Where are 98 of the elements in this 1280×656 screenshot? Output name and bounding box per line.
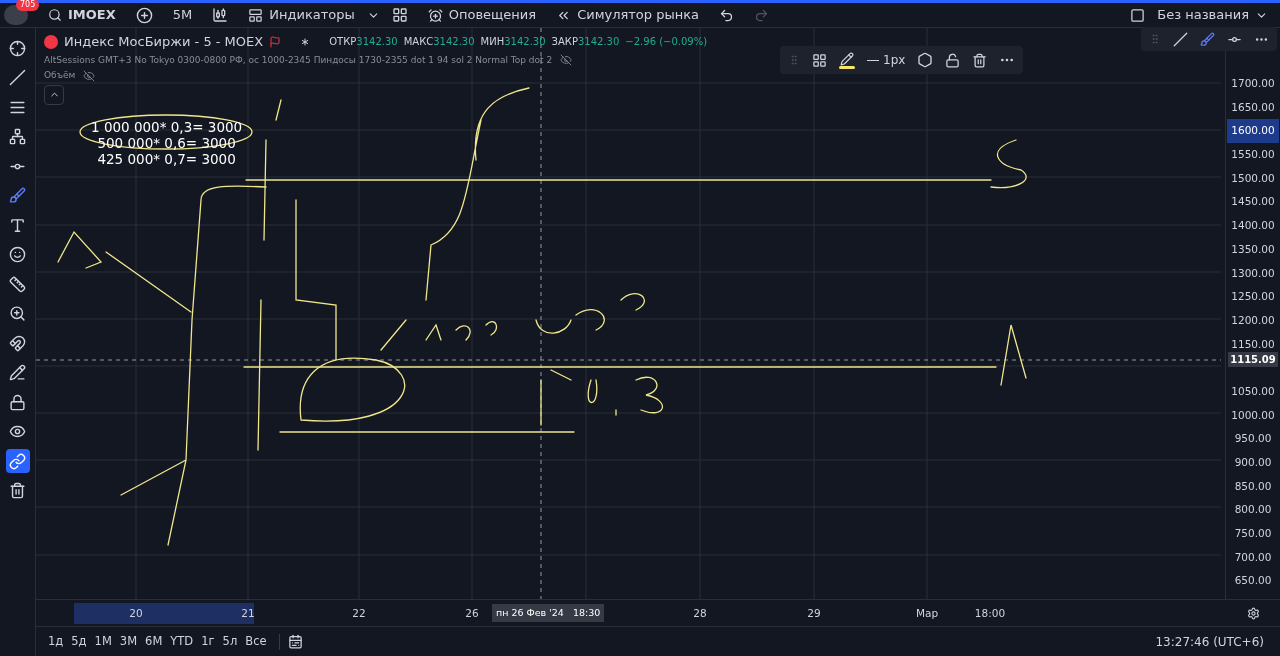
price-label: 800.00 bbox=[1233, 502, 1273, 518]
text-icon bbox=[9, 216, 26, 234]
replay-button[interactable]: Симулятор рынка bbox=[548, 1, 708, 29]
range-button[interactable]: 1М bbox=[90, 632, 116, 651]
time-label: 26 bbox=[465, 606, 479, 621]
time-label: 28 bbox=[693, 606, 707, 621]
price-change: −2.96 (−0.09%) bbox=[625, 35, 708, 50]
ohlc-value: ЗАКР3142.30 bbox=[551, 35, 620, 50]
interval-button[interactable]: 5M bbox=[164, 1, 201, 29]
time-label: Мар bbox=[915, 606, 939, 621]
settings-icon[interactable] bbox=[917, 52, 934, 68]
price-label: 1200.00 bbox=[1230, 312, 1276, 328]
price-label: 700.00 bbox=[1233, 549, 1273, 565]
price-label: 650.00 bbox=[1233, 573, 1273, 589]
color-button[interactable] bbox=[839, 51, 855, 69]
magnet-icon bbox=[9, 334, 26, 352]
range-button[interactable]: 3М bbox=[115, 632, 142, 651]
pencil-icon bbox=[9, 364, 26, 381]
eye-icon bbox=[9, 423, 26, 440]
avatar[interactable] bbox=[4, 5, 28, 25]
drag-handle-icon bbox=[788, 54, 800, 66]
trash-icon bbox=[9, 482, 26, 499]
add-icon[interactable] bbox=[135, 6, 153, 24]
unlock-icon[interactable] bbox=[945, 52, 961, 68]
line-width-button[interactable]: 1px bbox=[867, 51, 906, 69]
range-button[interactable]: 5д bbox=[67, 632, 91, 651]
checkbox-icon[interactable] bbox=[1130, 7, 1146, 23]
brush-icon bbox=[9, 187, 26, 204]
price-label: 950.00 bbox=[1233, 431, 1273, 447]
price-label: 900.00 bbox=[1233, 455, 1273, 470]
range-button[interactable]: 5л bbox=[218, 632, 242, 651]
range-button[interactable]: YTD bbox=[166, 632, 198, 651]
symbol-search[interactable]: IMOEX bbox=[40, 1, 124, 29]
hidden-icon bbox=[560, 54, 573, 67]
price-label: 1650.00 bbox=[1230, 99, 1276, 115]
crosshair-icon bbox=[9, 39, 26, 57]
alerts-button[interactable]: Оповещения bbox=[419, 1, 545, 29]
search-icon bbox=[48, 8, 62, 22]
link-icon bbox=[9, 452, 26, 470]
range-button[interactable]: 1д bbox=[44, 632, 68, 651]
price-label: 1050.00 bbox=[1230, 383, 1276, 399]
lock-icon bbox=[9, 393, 26, 411]
clock: 13:27:46 (UTC+6) bbox=[1155, 633, 1265, 651]
layout-name-button[interactable]: Без названия bbox=[1149, 1, 1276, 29]
hidden-icon bbox=[83, 69, 96, 82]
smiley-icon bbox=[9, 246, 26, 263]
ruler-icon bbox=[9, 275, 26, 293]
price-label: 1250.00 bbox=[1230, 289, 1276, 305]
undo-icon[interactable] bbox=[719, 7, 735, 23]
price-label: 1150.00 bbox=[1230, 336, 1276, 352]
time-label: 22 bbox=[352, 606, 366, 621]
time-label: 18:00 bbox=[974, 606, 1006, 621]
crosshair-price-label: 1115.09 bbox=[1228, 352, 1278, 368]
template-icon[interactable] bbox=[812, 52, 827, 68]
link-tool[interactable] bbox=[5, 449, 30, 473]
indicator-label: Объём bbox=[44, 69, 76, 82]
collapse-button[interactable] bbox=[44, 84, 64, 105]
price-label: 1550.00 bbox=[1230, 147, 1276, 163]
price-label: 850.00 bbox=[1233, 478, 1273, 494]
time-label: 20 bbox=[129, 606, 143, 621]
time-label: 21 bbox=[241, 606, 255, 621]
ohlc-value: МАКС3142.30 bbox=[403, 35, 475, 50]
settings-icon[interactable] bbox=[1247, 607, 1260, 620]
indicator-label: AltSessions GMT+3 No Tokyo 0300-0800 РФ, ос 1000-2345 Пиндосы 1730-2355 dot 1 94 sol 2 Normal Top dot 2 bbox=[44, 53, 553, 67]
network-icon bbox=[9, 128, 26, 145]
line-tool-icon bbox=[9, 69, 26, 86]
zoom-in-icon bbox=[9, 305, 26, 322]
drag-handle-icon bbox=[1149, 33, 1161, 45]
annotation-text: 425 000* 0,7= 3000 bbox=[97, 151, 236, 167]
alarm-icon bbox=[427, 7, 443, 23]
price-label: 1450.00 bbox=[1230, 194, 1276, 210]
crosshair-time-label: пн 26 Фев '24 18:30 bbox=[492, 604, 605, 623]
ohlc-value: МИН3142.30 bbox=[480, 35, 546, 50]
price-label: 1400.00 bbox=[1230, 218, 1276, 234]
trash-icon[interactable] bbox=[972, 52, 988, 68]
price-label: 750.00 bbox=[1233, 526, 1273, 542]
brush-icon[interactable] bbox=[1200, 31, 1215, 47]
exchange-logo-icon bbox=[44, 34, 58, 49]
price-label: 1700.00 bbox=[1230, 76, 1276, 91]
flag-icon bbox=[269, 35, 282, 48]
annotation-text: 1 000 000* 0,3= 3000 bbox=[91, 119, 243, 135]
bars-icon[interactable] bbox=[212, 7, 229, 23]
price-label: 1350.00 bbox=[1230, 241, 1276, 257]
grid-icon[interactable] bbox=[391, 7, 408, 23]
line-tool-icon[interactable] bbox=[1173, 31, 1188, 47]
range-button[interactable]: Все bbox=[241, 632, 271, 651]
calendar-icon[interactable] bbox=[287, 634, 303, 649]
ohlc-value: ОТКР3142.30 bbox=[329, 35, 398, 50]
notification-badge: 705 bbox=[16, 0, 40, 11]
price-label: 1500.00 bbox=[1230, 170, 1276, 186]
symbol-title: Индекс МосБиржи - 5 - MOEX bbox=[64, 33, 264, 51]
time-label: 29 bbox=[807, 606, 821, 621]
price-label: 1600.00 bbox=[1227, 119, 1279, 144]
range-button[interactable]: 1г bbox=[197, 632, 219, 651]
indicators-button[interactable]: Индикаторы bbox=[240, 1, 363, 29]
price-label: 1300.00 bbox=[1230, 265, 1276, 281]
price-label: 1000.00 bbox=[1230, 407, 1276, 423]
range-button[interactable]: 6М bbox=[141, 632, 167, 651]
